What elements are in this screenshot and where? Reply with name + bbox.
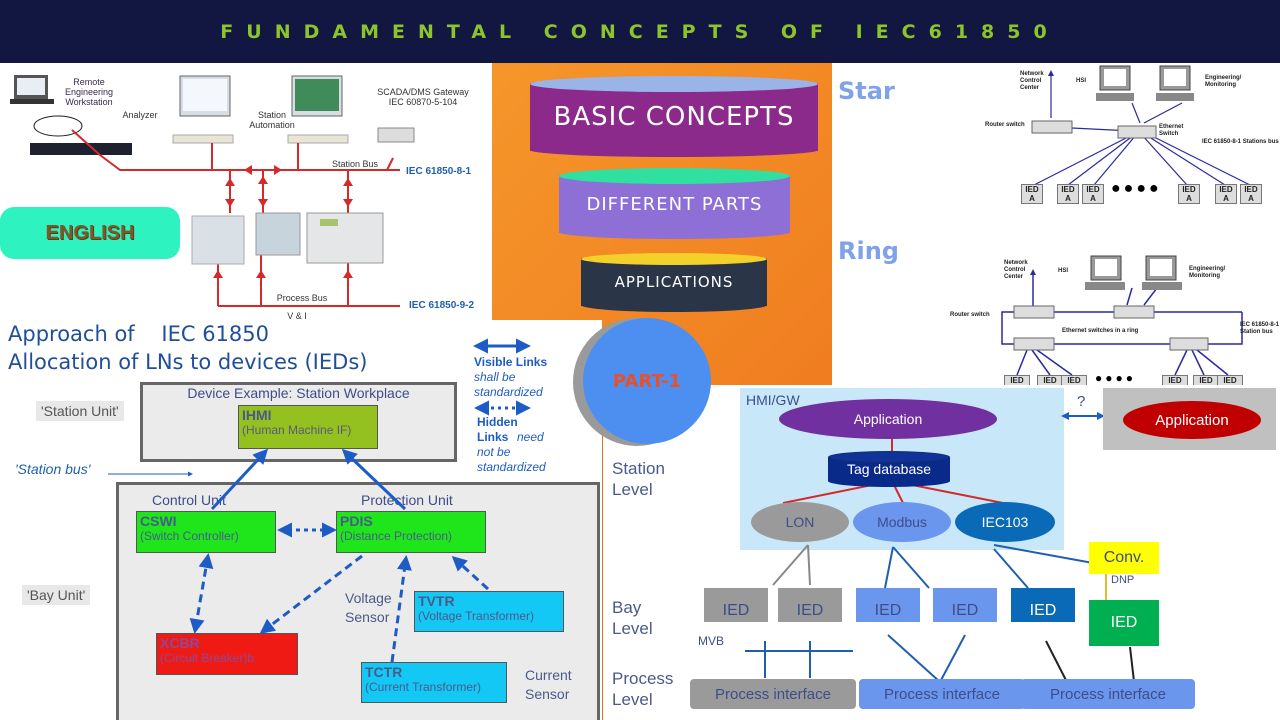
ring-engineering-label: Engineering/ Monitoring [1189,266,1226,279]
current-sensor-label: Current Sensor [525,667,572,702]
process-interface-lon[interactable]: Process interface [690,679,856,709]
ring-hsi-label: HSI [1058,268,1069,274]
ethernet-switch-label: Ethernet Switch [1159,124,1184,137]
legend-visible-links-title: Visible Links [474,355,548,369]
cswi-node[interactable]: CSWI (Switch Controller) [136,511,276,553]
hsi-label: HSI [1076,78,1087,84]
ied-dnp[interactable]: IED [1089,600,1159,646]
analyzer-label: Analyzer [122,110,158,120]
tvtr-node[interactable]: TVTR (Voltage Transformer) [414,591,564,632]
process-interface-modbus[interactable]: Process interface [859,679,1025,709]
process-bus-label: Process Bus [276,293,328,303]
levels-diagram: Station Level Bay Level Process Level HM… [602,385,1280,720]
star-ied: IED A [1240,184,1262,204]
ied-iec103[interactable]: IED [1011,588,1075,622]
approach-heading: Approach of IEC 61850 [8,322,269,346]
ring-topology-lines [1001,255,1243,376]
funnel-item-basic-concepts[interactable]: BASIC CONCEPTS [530,76,818,157]
part-1-badge[interactable]: PART-1 [583,318,711,444]
control-unit-label: Control Unit [152,492,226,508]
english-language-button[interactable]: ENGLISH [0,207,180,259]
protocol-lon[interactable]: LON [751,502,849,542]
ring-switch-icon [1013,337,1055,351]
router-switch-icon [1031,120,1073,134]
station-bus-label: Station Bus [331,159,379,169]
question-mark: ? [1077,393,1086,410]
protocol-iec103[interactable]: IEC103 [955,502,1055,542]
ied-lon-2[interactable]: IED [778,588,842,622]
star-ied: IED A [1057,184,1079,204]
ied-modbus-1[interactable]: IED [856,588,920,622]
process-interface-iec103[interactable]: Process interface [1021,679,1195,709]
relay-3-icon [306,212,384,264]
tag-database-node[interactable]: Tag database [828,451,950,487]
part-1-label: PART-1 [612,370,682,392]
star-ied: IED A [1178,184,1200,204]
star-ied: IED A [1021,184,1043,204]
remote-workstation-label: Remote Engineering Workstation [64,77,114,107]
bay-unit-label: 'Bay Unit' [22,585,91,605]
device-example-label: Device Example: Station Workplace [187,385,410,401]
header-bar: FUNDAMENTAL CONCEPTS OF IEC61850 [0,0,1280,63]
station-bus-standard: IEC 61850-8-1 [406,166,472,177]
tctr-node[interactable]: TCTR (Current Transformer) [361,662,507,703]
application-node[interactable]: Application [779,399,997,439]
legend-hidden-links-desc: not be standardized [477,445,546,474]
more-ieds-ellipsis: ●●●● [1111,180,1162,197]
allocation-heading: Allocation of LNs to devices (IEDs) [8,350,368,374]
ring-ncc-label: Network Control Center [1004,260,1028,280]
star-bus-label: IEC 61850-8-1 Stations bus [1202,139,1279,145]
protection-unit-label: Protection Unit [361,492,453,508]
protocol-modbus[interactable]: Modbus [853,502,951,542]
mvb-label: MVB [698,634,725,648]
page-title: FUNDAMENTAL CONCEPTS OF IEC61850 [220,20,1060,43]
gateway-icon [377,127,415,143]
slide: FUNDAMENTAL CONCEPTS OF IEC61850 Remote … [0,0,1280,720]
star-ied: IED A [1082,184,1104,204]
remote-application-node[interactable]: Application [1123,401,1261,439]
legend-hidden-links-title: Hidden Links [477,415,518,444]
relay-2-icon [255,212,301,256]
ring-router-switch-label: Router switch [950,312,990,318]
funnel-item-applications[interactable]: APPLICATIONS [581,253,767,312]
dnp-label: DNP [1111,574,1135,586]
gateway-label: SCADA/DMS Gateway IEC 60870-5-104 [377,87,469,107]
ethernet-switch-icon [1117,125,1157,139]
remote-application-box: Application [1103,388,1276,450]
ied-modbus-2[interactable]: IED [933,588,997,622]
router-switch-label: Router switch [985,122,1025,128]
station-automation-label: Station Automation [249,110,295,130]
ring-router-switch-icon [1013,305,1055,319]
converter-node[interactable]: Conv. [1089,542,1159,574]
approach-section: Approach of IEC 61850 Allocation of LNs … [0,320,602,720]
ring-switch-icon [1169,337,1209,351]
ncc-label: Network Control Center [1020,71,1044,91]
ring-label: Ethernet switches in a ring [1062,328,1139,334]
ring-topology-panel: Ring Network Control Center HSI Engineer… [832,223,1280,387]
station-unit-label: 'Station Unit' [36,401,124,421]
star-ied: IED A [1215,184,1237,204]
ihmi-node[interactable]: IHMI (Human Machine IF) [238,405,378,449]
relay-1-icon [191,215,245,265]
engineering-label: Engineering/ Monitoring [1205,75,1242,88]
xcbr-node[interactable]: XCBR (Circuit Breaker)b [156,633,298,675]
substation-network-diagram: Remote Engineering Workstation Analyzer … [0,63,492,321]
pdis-node[interactable]: PDIS (Distance Protection) [336,511,486,553]
voltage-sensor-label: Voltage Sensor [345,590,392,625]
ring-bus-label: IEC 61850-8-1 Station bus [1240,322,1280,335]
process-bus-standard: IEC 61850-9-2 [409,300,475,311]
legend-hidden-links-need: need [517,430,544,444]
star-topology-panel: Star Network Control Center HSI Engineer… [832,63,1280,223]
funnel-item-different-parts[interactable]: DIFFERENT PARTS [559,168,790,239]
ring-more-ieds-ellipsis: ●●●● [1095,371,1136,385]
station-bus-label: 'Station bus' [15,461,91,477]
router-icon [30,143,132,155]
legend-visible-links-desc: shall be standardized [474,370,543,399]
ied-lon-1[interactable]: IED [704,588,768,622]
ring-switch-icon [1113,305,1155,319]
